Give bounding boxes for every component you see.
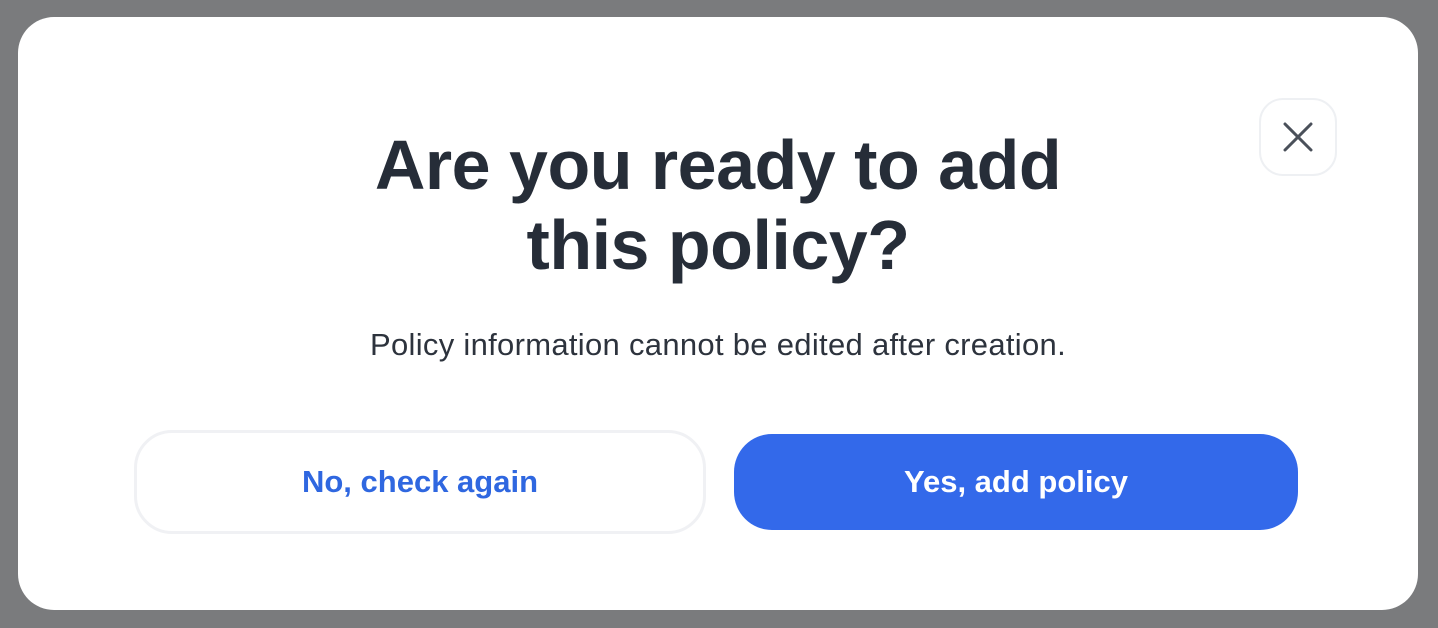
dialog-title-line-2: this policy? xyxy=(526,206,910,284)
confirm-dialog: Are you ready to add this policy? Policy… xyxy=(18,17,1418,610)
close-button[interactable] xyxy=(1259,98,1337,176)
add-policy-button[interactable]: Yes, add policy xyxy=(734,434,1298,530)
dialog-title: Are you ready to add this policy? xyxy=(318,125,1118,285)
dialog-title-line-1: Are you ready to add xyxy=(374,126,1062,204)
close-icon xyxy=(1282,121,1314,153)
check-again-button[interactable]: No, check again xyxy=(134,430,706,534)
dialog-description: Policy information cannot be edited afte… xyxy=(370,327,1066,362)
